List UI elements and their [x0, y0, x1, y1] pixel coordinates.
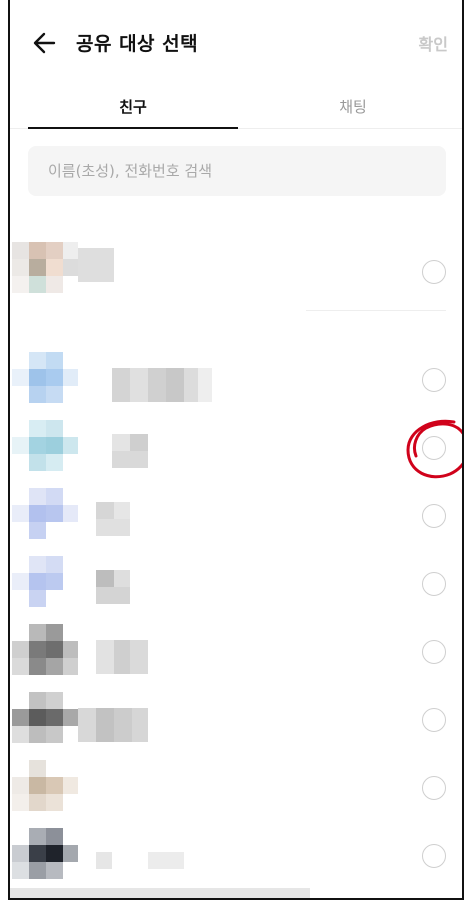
avatar-blurred: [12, 352, 78, 412]
tab-bar: 친구 채팅: [10, 84, 462, 129]
friend-name-blurred: [78, 708, 148, 742]
confirm-button[interactable]: 확인: [419, 31, 448, 55]
friend-name-blurred: [112, 434, 162, 468]
friend-row-9[interactable]: [10, 824, 462, 890]
select-radio[interactable]: [422, 260, 446, 284]
friend-name-blurred: [96, 570, 132, 604]
avatar-blurred: [12, 420, 78, 480]
avatar-blurred: [12, 488, 78, 548]
tab-friends[interactable]: 친구: [28, 84, 238, 129]
avatar-blurred: [12, 242, 78, 302]
search-box: [28, 146, 446, 196]
select-radio[interactable]: [422, 640, 446, 664]
select-radio[interactable]: [422, 776, 446, 800]
friend-name-blurred: [96, 502, 146, 536]
search-input[interactable]: [28, 146, 446, 196]
friend-row-2[interactable]: [10, 348, 462, 414]
arrow-left-icon: [33, 32, 56, 54]
phone-frame: 공유 대상 선택 확인 친구 채팅: [8, 0, 464, 900]
friend-row-8[interactable]: [10, 756, 462, 822]
friend-row-7[interactable]: [10, 688, 462, 754]
friend-row-4[interactable]: [10, 484, 462, 550]
friend-row-1[interactable]: [10, 238, 462, 304]
page-title: 공유 대상 선택: [76, 33, 199, 55]
friend-name-blurred: [78, 248, 114, 282]
avatar-blurred: [12, 692, 78, 752]
avatar-blurred: [12, 760, 78, 820]
partial-row-blurred: [10, 888, 310, 898]
friend-row-6[interactable]: [10, 620, 462, 686]
select-radio[interactable]: [422, 504, 446, 528]
friend-name-blurred: [96, 640, 148, 674]
section-divider: [306, 310, 446, 311]
back-button[interactable]: [30, 28, 60, 58]
select-radio[interactable]: [422, 368, 446, 392]
tab-chats[interactable]: 채팅: [248, 84, 458, 128]
top-bar: 공유 대상 선택 확인: [10, 0, 462, 84]
avatar-blurred: [12, 556, 78, 616]
select-radio[interactable]: [422, 436, 446, 460]
select-radio[interactable]: [422, 844, 446, 868]
select-radio[interactable]: [422, 708, 446, 732]
avatar-blurred: [12, 828, 78, 888]
friend-row-5[interactable]: [10, 552, 462, 618]
select-radio[interactable]: [422, 572, 446, 596]
friend-row-3[interactable]: [10, 416, 462, 482]
friend-name-blurred: [96, 844, 184, 878]
friend-name-blurred: [112, 368, 212, 402]
avatar-blurred: [12, 624, 78, 684]
